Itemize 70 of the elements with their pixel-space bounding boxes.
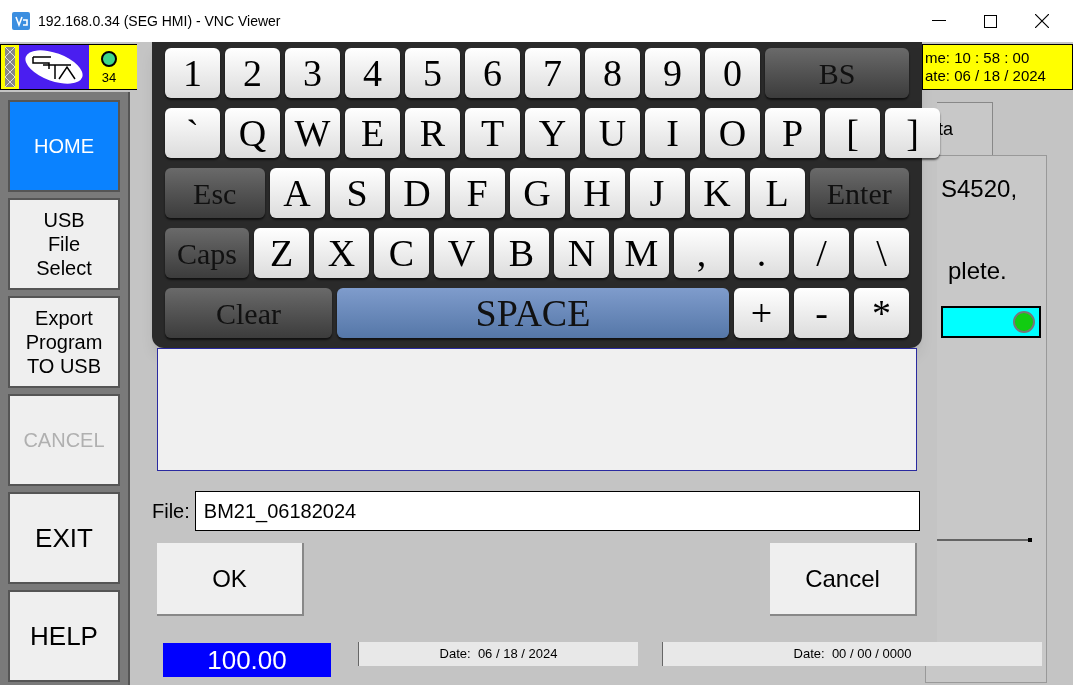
keyboard-key[interactable]: 1: [165, 48, 220, 98]
close-icon[interactable]: [1035, 14, 1049, 28]
keyboard-key[interactable]: .: [734, 228, 789, 278]
keyboard-key[interactable]: E: [345, 108, 400, 158]
keyboard-key[interactable]: N: [554, 228, 609, 278]
keyboard-key[interactable]: 4: [345, 48, 400, 98]
ok-button[interactable]: OK: [157, 543, 304, 616]
keyboard-key[interactable]: `: [165, 108, 220, 158]
keyboard-key[interactable]: 3: [285, 48, 340, 98]
keyboard-key[interactable]: 2: [225, 48, 280, 98]
keyboard-key[interactable]: 6: [465, 48, 520, 98]
keyboard-key[interactable]: 5: [405, 48, 460, 98]
counter-text: 34: [101, 70, 117, 84]
keyboard-key[interactable]: G: [509, 168, 565, 218]
keyboard-key[interactable]: +: [734, 288, 789, 338]
panel-text: plete.: [948, 256, 1007, 286]
keyboard-key[interactable]: L: [749, 168, 805, 218]
keyboard-key[interactable]: J: [629, 168, 685, 218]
keyboard-key[interactable]: *: [854, 288, 909, 338]
file-label: File:: [152, 499, 190, 524]
sidebar-button[interactable]: EXIT: [8, 492, 120, 584]
sidebar-button[interactable]: HOME: [8, 100, 120, 192]
keyboard-key[interactable]: X: [314, 228, 369, 278]
keyboard-key[interactable]: Q: [225, 108, 280, 158]
keyboard-key[interactable]: H: [569, 168, 625, 218]
keyboard-key[interactable]: -: [794, 288, 849, 338]
keyboard-key[interactable]: Z: [254, 228, 309, 278]
keyboard-key[interactable]: 9: [645, 48, 700, 98]
keyboard-key[interactable]: A: [269, 168, 325, 218]
keyboard-key[interactable]: ]: [885, 108, 940, 158]
keyboard-key[interactable]: 8: [585, 48, 640, 98]
window-title: 192.168.0.34 (SEG HMI) - VNC Viewer: [38, 11, 281, 31]
keyboard-key[interactable]: F: [449, 168, 505, 218]
keyboard-key[interactable]: Y: [525, 108, 580, 158]
time-text: me: 10 : 58 : 00: [925, 49, 1031, 67]
maximize-icon[interactable]: [984, 14, 997, 28]
keyboard-key[interactable]: T: [465, 108, 520, 158]
keyboard-key[interactable]: ,: [674, 228, 729, 278]
keyboard-key[interactable]: V: [434, 228, 489, 278]
cancel-button[interactable]: Cancel: [770, 543, 917, 616]
minimize-icon[interactable]: [932, 20, 946, 22]
date-text: ate: 06 / 18 / 2024: [925, 67, 1047, 85]
date-panel: Date: 06 / 18 / 2024: [358, 642, 638, 666]
keyboard-key[interactable]: D: [389, 168, 445, 218]
keyboard-key[interactable]: B: [494, 228, 549, 278]
keyboard-key[interactable]: SPACE: [337, 288, 729, 338]
keyboard-key[interactable]: M: [614, 228, 669, 278]
date-panel: Date: 00 / 00 / 0000: [662, 642, 1042, 666]
keyboard-key[interactable]: /: [794, 228, 849, 278]
keyboard-key[interactable]: I: [645, 108, 700, 158]
keyboard-key[interactable]: P: [765, 108, 820, 158]
sidebar-button[interactable]: USB File Select: [8, 198, 120, 290]
value-display: 100.00: [163, 643, 331, 677]
file-input[interactable]: BM21_06182024: [194, 491, 920, 531]
keyboard-key[interactable]: 0: [705, 48, 760, 98]
panel-text: S4520,: [941, 174, 1018, 204]
keyboard-key[interactable]: O: [705, 108, 760, 158]
sidebar-button[interactable]: HELP: [8, 590, 120, 682]
sidebar-button[interactable]: Export Program TO USB: [8, 296, 120, 388]
keyboard-key[interactable]: \: [854, 228, 909, 278]
hatched-strip-icon: [5, 47, 15, 87]
keyboard-key[interactable]: 7: [525, 48, 580, 98]
keyboard-key[interactable]: S: [329, 168, 385, 218]
keyboard-key[interactable]: K: [689, 168, 745, 218]
keyboard-key[interactable]: [: [825, 108, 880, 158]
keyboard-key[interactable]: W: [285, 108, 340, 158]
keyboard-key[interactable]: U: [585, 108, 640, 158]
keyboard-key[interactable]: R: [405, 108, 460, 158]
keyboard-key[interactable]: C: [374, 228, 429, 278]
app-logo-icon: [12, 12, 30, 30]
